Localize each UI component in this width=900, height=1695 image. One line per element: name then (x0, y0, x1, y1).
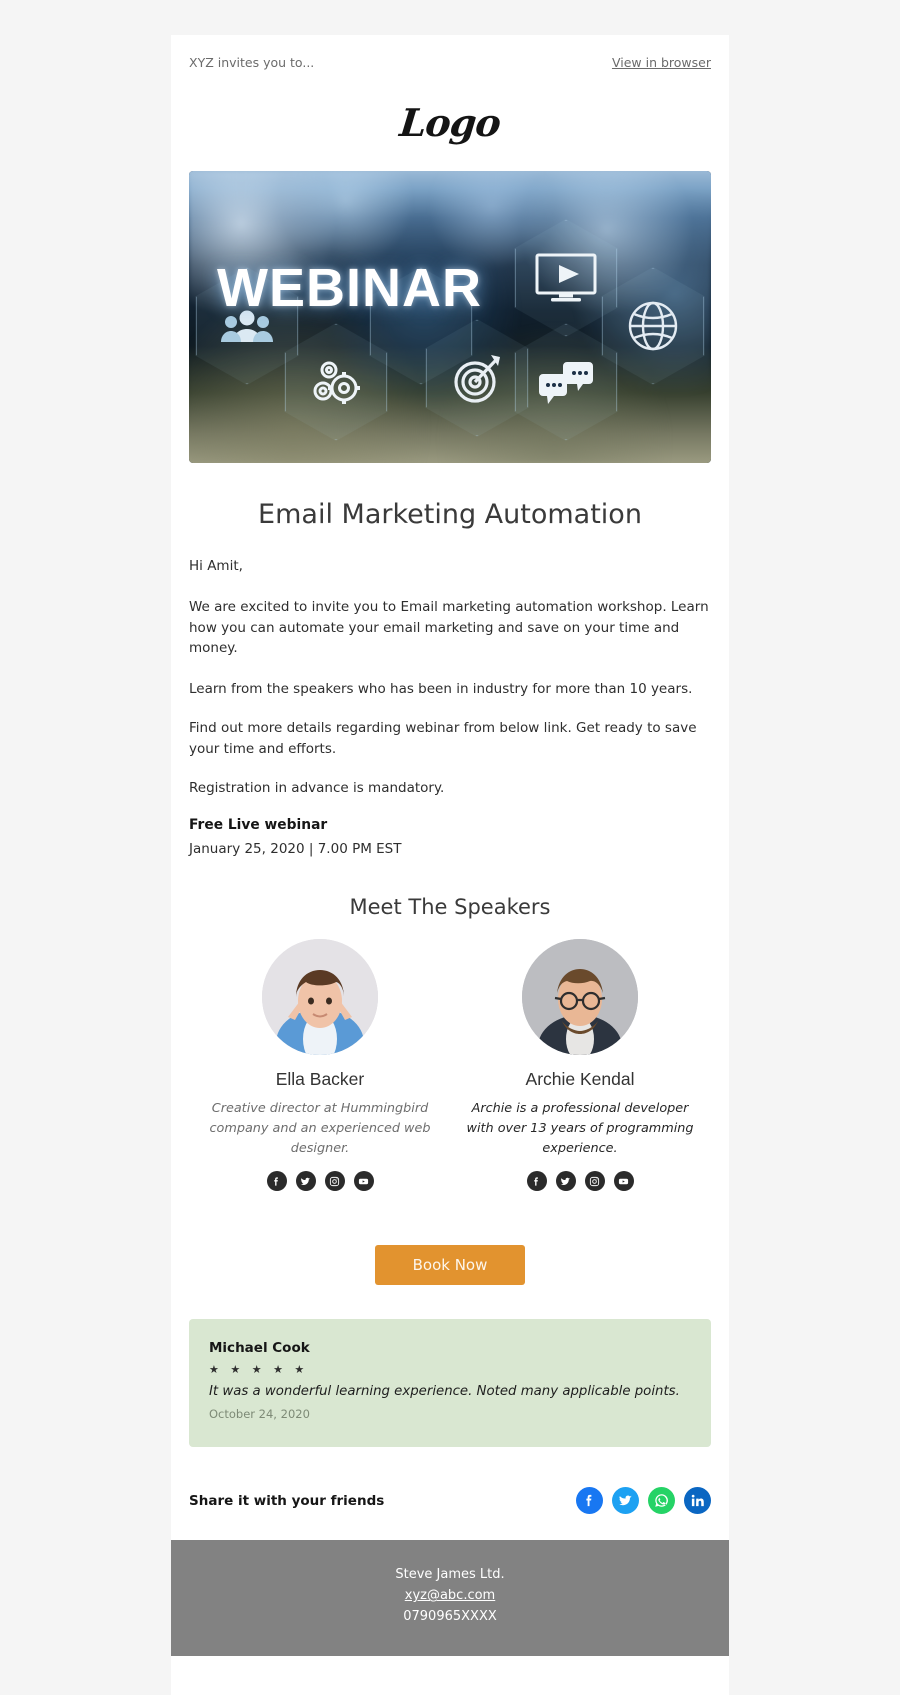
speaker-photo-ella (262, 939, 378, 1055)
body-paragraph-2: Learn from the speakers who has been in … (189, 681, 693, 697)
gears-icon (313, 361, 360, 404)
page-title: Email Marketing Automation (258, 499, 642, 530)
speaker-photo-archie (522, 939, 638, 1055)
speakers-heading: Meet The Speakers (349, 895, 551, 919)
avatar (262, 939, 378, 1055)
speaker-social-links (195, 1171, 445, 1192)
testimonial-date: October 24, 2020 (209, 1407, 310, 1422)
twitter-icon[interactable] (295, 1171, 316, 1192)
youtube-icon[interactable] (613, 1171, 634, 1192)
share-icon-list (576, 1487, 711, 1515)
email-footer: Steve James Ltd. xyz@abc.com 0790965XXXX (171, 1540, 729, 1656)
webinar-label: Free Live webinar (189, 817, 328, 833)
book-now-button[interactable]: Book Now (374, 1245, 526, 1286)
target-icon (454, 355, 500, 403)
logo-container: Logo (171, 78, 729, 171)
footer-email-link[interactable]: xyz@abc.com (405, 1588, 495, 1603)
speaker-card: Ella Backer Creative director at Humming… (195, 939, 445, 1192)
star-rating: ★ ★ ★ ★ ★ (209, 1363, 309, 1377)
instagram-icon[interactable] (324, 1171, 345, 1192)
speaker-card: Archie Kendal Archie is a professional d… (455, 939, 705, 1192)
footer-phone: 0790965XXXX (403, 1609, 497, 1625)
testimonial-author: Michael Cook (209, 1340, 310, 1357)
greeting-text: Hi Amit, (189, 558, 243, 574)
facebook-icon[interactable] (266, 1171, 287, 1192)
speakers-list: Ella Backer Creative director at Humming… (189, 939, 711, 1192)
speaker-name: Archie Kendal (525, 1069, 635, 1089)
facebook-icon[interactable] (526, 1171, 547, 1192)
view-in-browser-link[interactable]: View in browser (612, 55, 711, 70)
email-preview-page: XYZ invites you to... View in browser Lo… (0, 0, 900, 1695)
body-paragraph-3: Find out more details regarding webinar … (189, 720, 697, 757)
facebook-icon[interactable] (576, 1487, 603, 1515)
youtube-icon[interactable] (353, 1171, 374, 1192)
cta-container: Book Now (189, 1191, 711, 1319)
preheader: XYZ invites you to... View in browser (171, 35, 729, 78)
instagram-icon[interactable] (584, 1171, 605, 1192)
testimonial-card: Michael Cook ★ ★ ★ ★ ★ It was a wonderfu… (189, 1319, 711, 1448)
email-card: XYZ invites you to... View in browser Lo… (171, 35, 729, 1695)
avatar (522, 939, 638, 1055)
twitter-icon[interactable] (612, 1487, 639, 1515)
whatsapp-icon[interactable] (648, 1487, 675, 1515)
twitter-icon[interactable] (555, 1171, 576, 1192)
share-label: Share it with your friends (189, 1492, 385, 1509)
chat-bubbles-icon (539, 362, 593, 404)
body-paragraph-1: We are excited to invite you to Email ma… (189, 599, 709, 656)
webinar-datetime: January 25, 2020 | 7.00 PM EST (189, 841, 402, 857)
footer-company: Steve James Ltd. (395, 1567, 505, 1583)
speaker-social-links (455, 1171, 705, 1192)
email-body: Email Marketing Automation Hi Amit, We a… (171, 463, 729, 1540)
linkedin-icon[interactable] (684, 1487, 711, 1515)
speaker-bio: Creative director at Hummingbird company… (209, 1101, 431, 1156)
body-paragraph-4: Registration in advance is mandatory. (189, 779, 445, 796)
brand-logo[interactable]: Logo (398, 100, 503, 145)
testimonial-quote: It was a wonderful learning experience. … (209, 1384, 680, 1400)
speaker-name: Ella Backer (275, 1069, 365, 1089)
hero-title: WEBINAR (217, 258, 482, 318)
play-monitor-icon (535, 253, 597, 302)
hero-banner: WEBINAR (189, 171, 711, 463)
globe-icon (628, 301, 678, 351)
speaker-bio: Archie is a professional developer with … (466, 1101, 694, 1156)
share-section: Share it with your friends (189, 1473, 711, 1540)
preheader-text: XYZ invites you to... (189, 55, 315, 70)
